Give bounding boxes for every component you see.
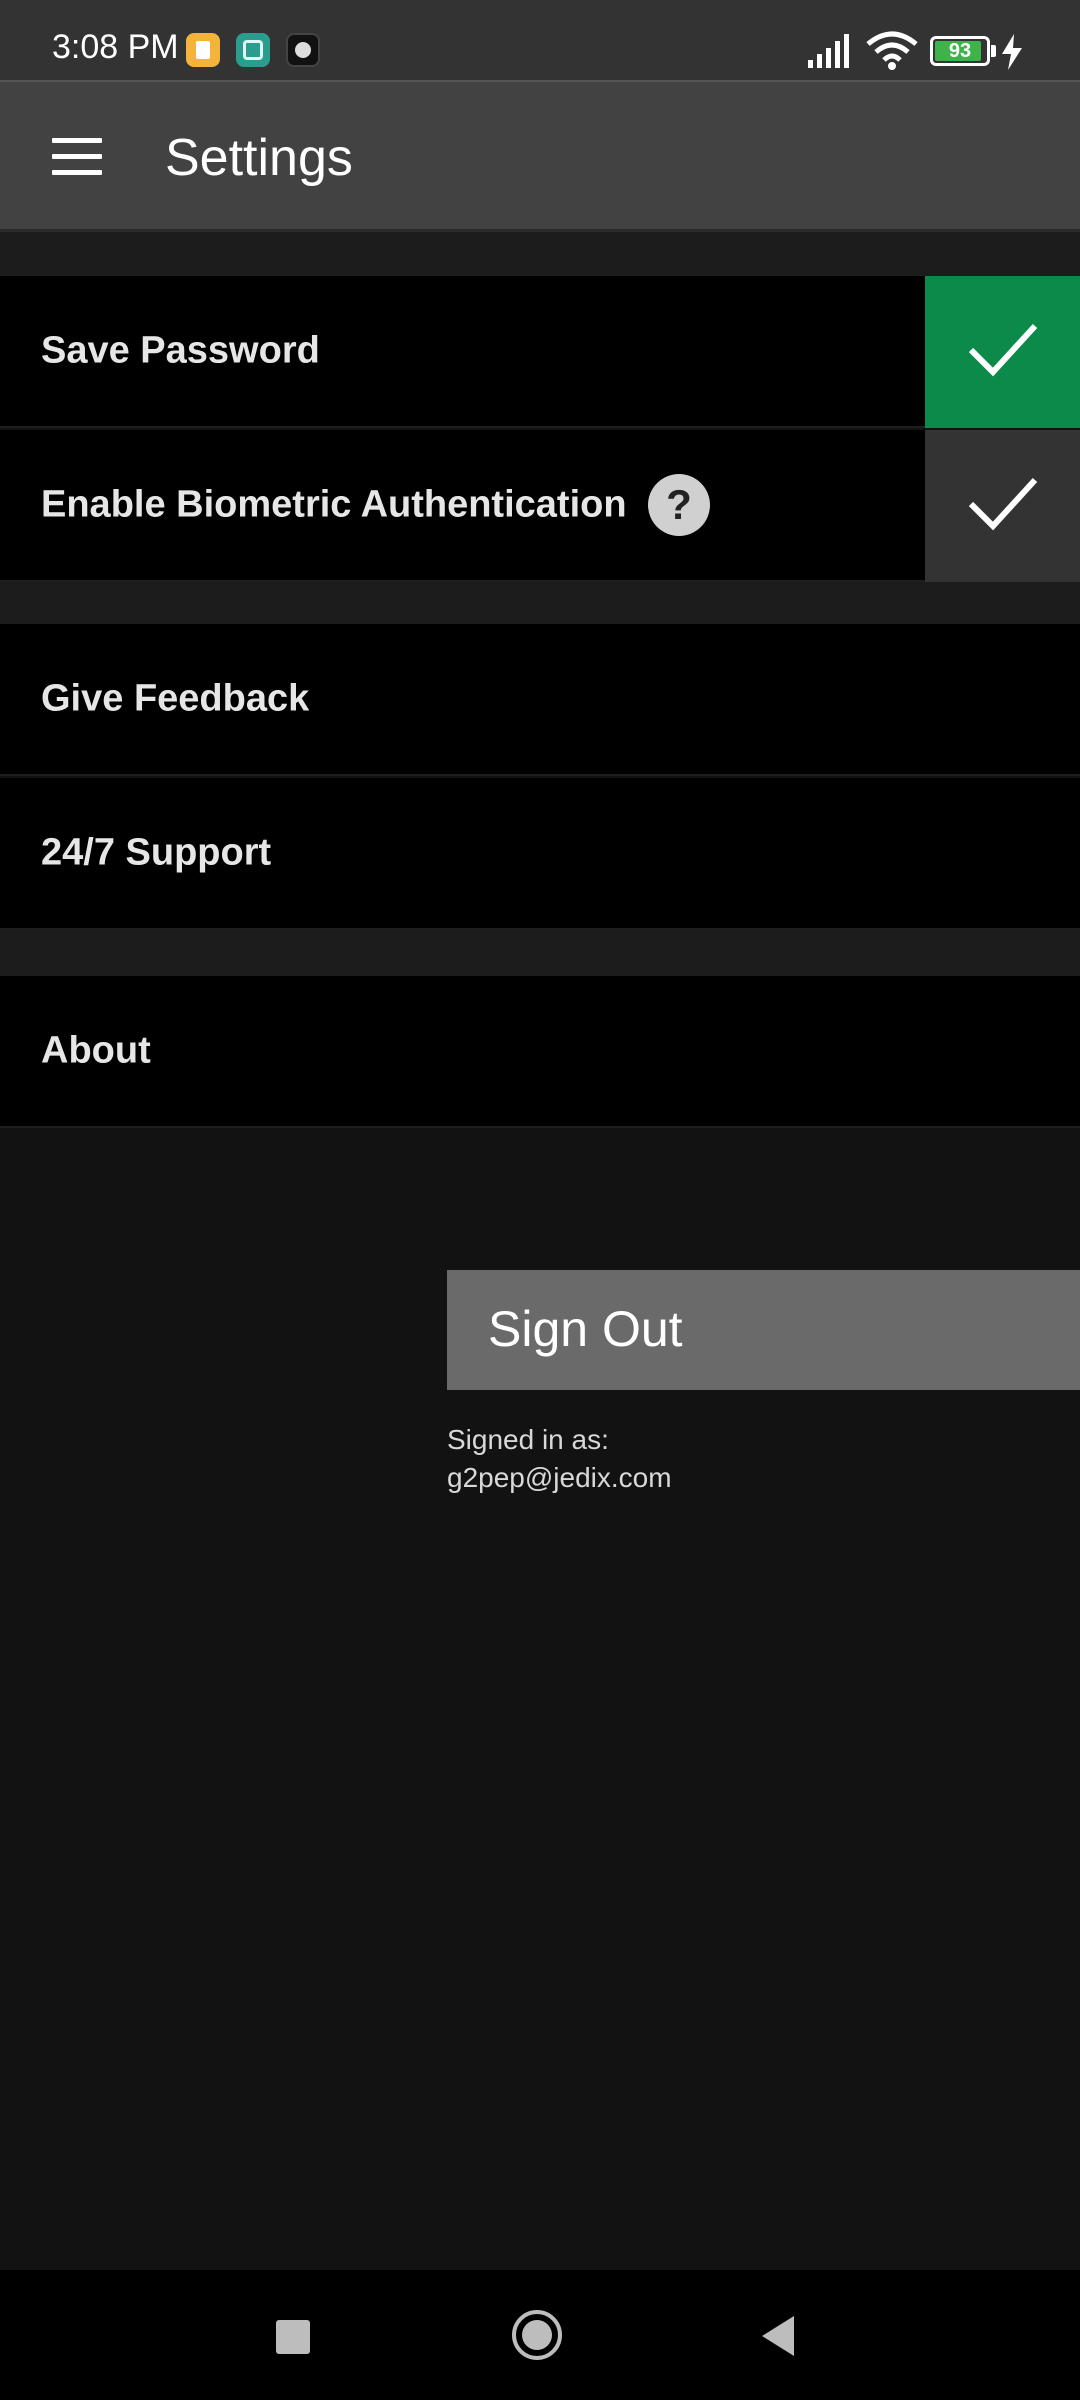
battery-level: 93	[948, 40, 972, 62]
recents-icon[interactable]	[276, 2320, 310, 2354]
status-bar: 3:08 PM 93	[0, 0, 1080, 80]
about-label: About	[41, 1029, 151, 1072]
help-icon[interactable]: ?	[648, 474, 710, 536]
page-title: Settings	[165, 129, 353, 187]
signed-in-caption: Signed in as:	[447, 1424, 609, 1455]
battery-tip	[991, 45, 996, 57]
give-feedback-row[interactable]: Give Feedback	[0, 624, 1080, 776]
support-label: 24/7 Support	[41, 831, 272, 874]
hamburger-menu-icon[interactable]	[44, 126, 108, 190]
camera-app-icon	[286, 33, 320, 67]
sign-out-button[interactable]: Sign Out	[447, 1270, 1080, 1390]
checkmark-icon	[968, 323, 1038, 377]
save-password-checkbox[interactable]	[925, 276, 1080, 428]
biometric-checkbox[interactable]	[925, 430, 1080, 582]
section-spacer	[0, 232, 1080, 276]
support-row[interactable]: 24/7 Support	[0, 778, 1080, 930]
give-feedback-label: Give Feedback	[41, 677, 310, 720]
navigation-bar	[0, 2270, 1080, 2400]
signal-icon	[808, 34, 849, 68]
biometric-row[interactable]: Enable Biometric Authentication ?	[0, 430, 1080, 582]
back-icon[interactable]	[760, 2314, 796, 2358]
notes-app-icon	[186, 33, 220, 67]
wifi-icon	[866, 31, 918, 70]
biometric-label: Enable Biometric Authentication	[41, 483, 627, 526]
sign-out-label: Sign Out	[488, 1301, 683, 1357]
section-spacer	[0, 930, 1080, 976]
section-spacer	[0, 582, 1080, 624]
status-time: 3:08 PM	[52, 28, 179, 66]
checkmark-icon	[968, 477, 1038, 531]
charging-bolt-icon	[1002, 34, 1022, 70]
save-password-row[interactable]: Save Password	[0, 276, 1080, 428]
battery-icon: 93	[930, 36, 990, 66]
signed-in-email: g2pep@jedix.com	[447, 1462, 672, 1493]
app-bar: Settings	[0, 80, 1080, 232]
home-icon[interactable]	[512, 2310, 562, 2360]
save-password-label: Save Password	[41, 329, 320, 372]
about-row[interactable]: About	[0, 976, 1080, 1128]
mirror-app-icon	[236, 33, 270, 67]
